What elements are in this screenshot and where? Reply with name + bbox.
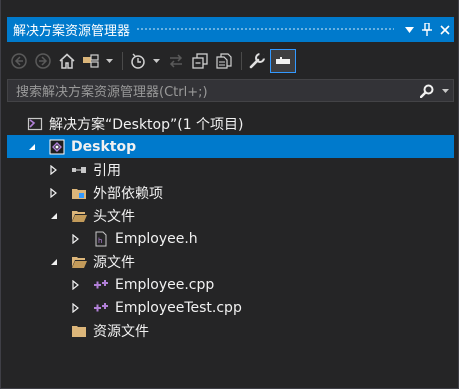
dropdown-arrow-icon — [441, 89, 449, 93]
folder-icon — [71, 323, 87, 339]
tree-item-references[interactable]: 引用 — [7, 158, 454, 181]
tree-item-label: EmployeeTest.cpp — [115, 299, 242, 316]
tree-item-project[interactable]: Desktop — [7, 135, 454, 158]
close-icon — [440, 24, 450, 35]
window-position-button[interactable] — [400, 20, 418, 40]
cpp-file-icon — [93, 300, 109, 316]
tree-item-employee-cpp[interactable]: Employee.cpp — [7, 273, 454, 296]
cpp-project-icon — [49, 139, 65, 155]
properties-button[interactable] — [246, 50, 268, 72]
search-input[interactable]: 搜索解决方案资源管理器(Ctrl+;) — [8, 81, 417, 100]
collapse-all-button[interactable] — [189, 50, 211, 72]
search-options-dropdown[interactable] — [437, 86, 453, 95]
sync-icon — [169, 54, 183, 68]
panel-title-bar: 解决方案资源管理器 — [7, 17, 454, 42]
solution-explorer-toolbar — [8, 48, 448, 74]
title-grip[interactable] — [136, 27, 394, 32]
solution-tree: 解决方案“Desktop”(1 个项目) Desktop 引用 外部依赖项 头文… — [7, 112, 454, 342]
solution-icon — [27, 116, 43, 132]
expand-arrow-icon[interactable] — [69, 232, 83, 246]
references-icon — [71, 162, 87, 178]
switch-views-dropdown[interactable] — [104, 50, 114, 72]
filter-dropdown[interactable] — [151, 50, 161, 72]
header-file-icon: h — [93, 231, 109, 247]
search-button[interactable] — [417, 84, 437, 98]
tree-item-label: 源文件 — [93, 254, 135, 271]
tree-item-header-files[interactable]: 头文件 — [7, 204, 454, 227]
search-icon — [420, 84, 434, 98]
pending-changes-filter-button[interactable] — [127, 50, 149, 72]
forward-button[interactable] — [32, 50, 54, 72]
close-button[interactable] — [436, 20, 454, 40]
svg-text:h: h — [98, 237, 102, 245]
collapse-arrow-icon[interactable] — [47, 209, 61, 223]
tree-item-label: 资源文件 — [93, 323, 149, 340]
history-icon — [131, 53, 145, 69]
forward-icon — [35, 53, 51, 69]
panel-title: 解决方案资源管理器 — [13, 24, 131, 39]
tree-item-label: 引用 — [93, 162, 121, 179]
preview-selected-items-button[interactable] — [270, 49, 296, 73]
search-box[interactable]: 搜索解决方案资源管理器(Ctrl+;) — [7, 79, 454, 102]
expand-arrow-icon[interactable] — [69, 278, 83, 292]
switch-views-button[interactable] — [80, 50, 102, 72]
pin-icon — [422, 23, 432, 36]
tree-item-label: 外部依赖项 — [93, 185, 163, 202]
tree-item-employeetest-cpp[interactable]: EmployeeTest.cpp — [7, 296, 454, 319]
switch-views-icon — [83, 54, 99, 68]
dropdown-arrow-icon — [404, 26, 414, 33]
show-all-files-button[interactable] — [213, 50, 235, 72]
expand-arrow-icon[interactable] — [47, 186, 61, 200]
collapse-all-icon — [192, 53, 208, 69]
tree-item-label: 解决方案“Desktop”(1 个项目) — [49, 116, 244, 133]
auto-hide-button[interactable] — [418, 20, 436, 40]
toolbar-separator — [241, 52, 242, 70]
tree-item-solution[interactable]: 解决方案“Desktop”(1 个项目) — [7, 112, 454, 135]
collapse-arrow-icon[interactable] — [25, 140, 39, 154]
tree-item-label: Employee.cpp — [115, 276, 215, 293]
home-icon — [59, 53, 75, 69]
folder-open-icon — [71, 208, 87, 224]
preview-icon — [276, 57, 290, 64]
expand-arrow-icon[interactable] — [69, 301, 83, 315]
external-dependencies-icon — [71, 185, 87, 201]
tree-item-resource-files[interactable]: 资源文件 — [7, 319, 454, 342]
sync-with-active-document-button[interactable] — [165, 50, 187, 72]
tree-item-label: Desktop — [71, 138, 137, 155]
wrench-icon — [249, 53, 265, 69]
expand-arrow-icon[interactable] — [47, 163, 61, 177]
dropdown-arrow-icon — [105, 59, 113, 63]
tree-item-external-dependencies[interactable]: 外部依赖项 — [7, 181, 454, 204]
tree-item-source-files[interactable]: 源文件 — [7, 250, 454, 273]
tree-item-employee-h[interactable]: h Employee.h — [7, 227, 454, 250]
home-button[interactable] — [56, 50, 78, 72]
show-all-files-icon — [216, 53, 232, 69]
folder-open-icon — [71, 254, 87, 270]
toolbar-separator — [122, 52, 123, 70]
back-button[interactable] — [8, 50, 30, 72]
back-icon — [11, 53, 27, 69]
cpp-file-icon — [93, 277, 109, 293]
collapse-arrow-icon[interactable] — [47, 255, 61, 269]
dropdown-arrow-icon — [152, 59, 160, 63]
tree-item-label: Employee.h — [115, 230, 198, 247]
tree-item-label: 头文件 — [93, 208, 135, 225]
